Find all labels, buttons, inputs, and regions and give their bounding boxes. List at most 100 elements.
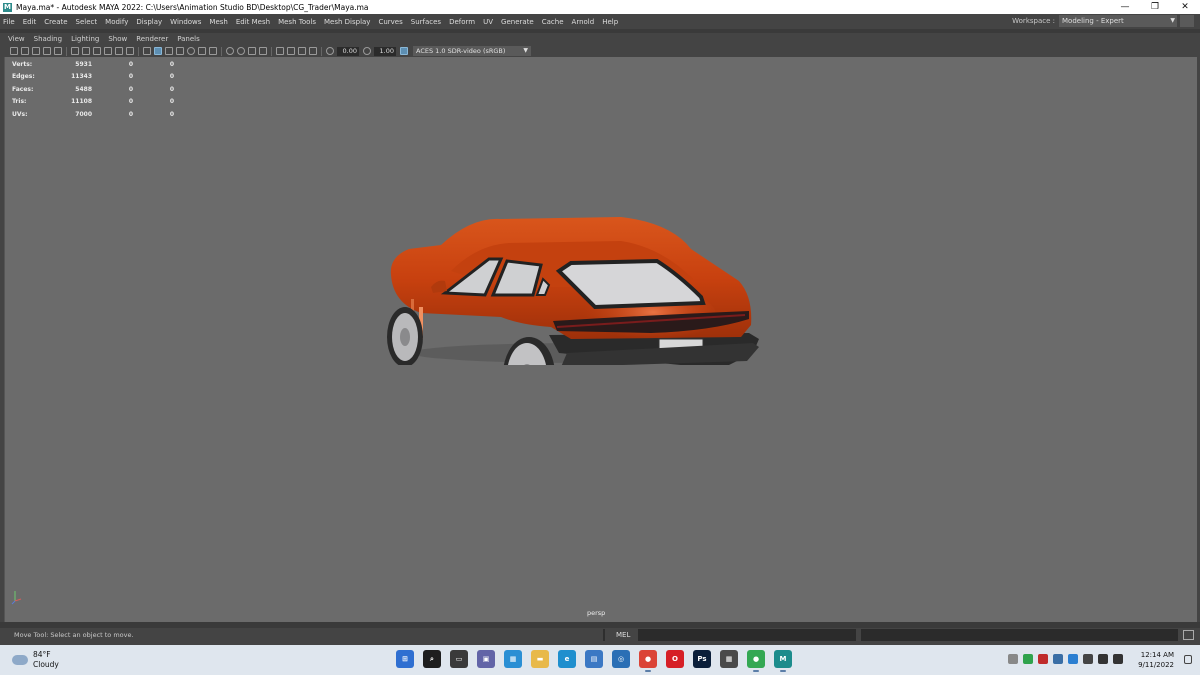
menu-mesh-display[interactable]: Mesh Display: [324, 18, 370, 26]
panel-menu-view[interactable]: View: [8, 35, 25, 43]
camera-name-label: persp: [587, 609, 606, 617]
menu-modify[interactable]: Modify: [105, 18, 128, 26]
screen-space-ao-icon[interactable]: [226, 47, 234, 55]
depth-of-field-icon[interactable]: [259, 47, 267, 55]
default-material-icon[interactable]: [165, 47, 173, 55]
menu-curves[interactable]: Curves: [378, 18, 402, 26]
dropbox-icon[interactable]: [1068, 654, 1078, 664]
grid-icon[interactable]: [54, 47, 62, 55]
minimize-button[interactable]: —: [1110, 0, 1140, 14]
shadows-icon[interactable]: [209, 47, 217, 55]
safe-action-icon[interactable]: [115, 47, 123, 55]
teams-chat-icon[interactable]: ▣: [477, 650, 495, 668]
tray-app-icon[interactable]: [1038, 654, 1048, 664]
hud-value-object: 0: [128, 98, 133, 106]
edge-icon[interactable]: e: [558, 650, 576, 668]
mel-label[interactable]: MEL: [616, 631, 630, 639]
opera-icon[interactable]: O: [666, 650, 684, 668]
menu-mesh-tools[interactable]: Mesh Tools: [278, 18, 316, 26]
menu-arnold[interactable]: Arnold: [572, 18, 595, 26]
anti-aliasing-icon[interactable]: [248, 47, 256, 55]
perspective-viewport[interactable]: Verts: 5931 0 0 Edges: 11343 0 0 Faces: …: [4, 57, 1197, 622]
chrome-profile-icon[interactable]: ●: [747, 650, 765, 672]
backface-culling-icon[interactable]: [309, 47, 317, 55]
gamma-icon[interactable]: [363, 47, 371, 55]
car-model[interactable]: [381, 185, 765, 365]
cortana-icon[interactable]: ◎: [612, 650, 630, 668]
isolate-select-icon[interactable]: [276, 47, 284, 55]
panel-menu-renderer[interactable]: Renderer: [136, 35, 168, 43]
tray-app-icon[interactable]: [1023, 654, 1033, 664]
menu-surfaces[interactable]: Surfaces: [411, 18, 441, 26]
tray-app-icon[interactable]: [1053, 654, 1063, 664]
exposure-icon[interactable]: [326, 47, 334, 55]
panel-menu-show[interactable]: Show: [108, 35, 127, 43]
motion-blur-icon[interactable]: [237, 47, 245, 55]
task-view-icon[interactable]: ▭: [450, 650, 468, 668]
poly-count-hud: Verts: 5931 0 0 Edges: 11343 0 0 Faces: …: [12, 58, 174, 121]
view-transform-dropdown[interactable]: ACES 1.0 SDR-video (sRGB) ▼: [413, 46, 531, 56]
chrome-icon[interactable]: ●: [639, 650, 657, 672]
textured-icon[interactable]: [187, 47, 195, 55]
menu-windows[interactable]: Windows: [170, 18, 201, 26]
mel-command-input[interactable]: [638, 629, 856, 641]
panel-menu-shading[interactable]: Shading: [34, 35, 62, 43]
image-plane-icon[interactable]: [43, 47, 51, 55]
hud-value-scene: 11108: [71, 98, 92, 106]
workspace-options-button[interactable]: [1180, 15, 1194, 27]
taskbar-apps: ⊞ ⌕ ▭ ▣ ▦ ▬ e ▤ ◎ ● O Ps ▦ ● M: [396, 650, 801, 672]
field-chart-icon[interactable]: [104, 47, 112, 55]
photos-icon[interactable]: ▦: [504, 650, 522, 668]
menu-deform[interactable]: Deform: [449, 18, 475, 26]
script-editor-icon[interactable]: [1183, 630, 1194, 640]
color-management-icon[interactable]: [400, 47, 408, 55]
search-icon[interactable]: ⌕: [423, 650, 441, 668]
menu-cache[interactable]: Cache: [542, 18, 564, 26]
calculator-icon[interactable]: ▦: [720, 650, 738, 668]
windows-start-icon[interactable]: ⊞: [396, 650, 414, 668]
use-all-lights-icon[interactable]: [198, 47, 206, 55]
workspace-value: Modeling - Expert: [1062, 17, 1124, 25]
file-explorer-icon[interactable]: ▬: [531, 650, 549, 668]
store-icon[interactable]: ▤: [585, 650, 603, 668]
speaker-icon[interactable]: [1113, 654, 1123, 664]
pen-icon[interactable]: [1083, 654, 1093, 664]
menu-generate[interactable]: Generate: [501, 18, 534, 26]
smooth-shade-icon[interactable]: [154, 47, 162, 55]
wireframe-icon[interactable]: [143, 47, 151, 55]
panel-menu-panels[interactable]: Panels: [177, 35, 200, 43]
film-gate-icon[interactable]: [71, 47, 79, 55]
chevron-up-icon[interactable]: [1008, 654, 1018, 664]
xray-joints-icon[interactable]: [298, 47, 306, 55]
gate-mask-icon[interactable]: [93, 47, 101, 55]
resolution-gate-icon[interactable]: [82, 47, 90, 55]
gamma-field[interactable]: 1.00: [374, 46, 396, 56]
xray-icon[interactable]: [287, 47, 295, 55]
menu-create[interactable]: Create: [44, 18, 67, 26]
safe-title-icon[interactable]: [126, 47, 134, 55]
menu-edit-mesh[interactable]: Edit Mesh: [236, 18, 270, 26]
wifi-icon[interactable]: [1098, 654, 1108, 664]
hud-value-selection: 0: [169, 98, 174, 106]
menu-file[interactable]: File: [3, 18, 15, 26]
close-button[interactable]: ✕: [1170, 0, 1200, 14]
camera-attributes-icon[interactable]: [21, 47, 29, 55]
menu-mesh[interactable]: Mesh: [209, 18, 227, 26]
bookmark-icon[interactable]: [32, 47, 40, 55]
notification-icon[interactable]: [1184, 655, 1192, 664]
panel-menu-lighting[interactable]: Lighting: [71, 35, 99, 43]
menu-display[interactable]: Display: [136, 18, 162, 26]
select-camera-icon[interactable]: [10, 47, 18, 55]
exposure-field[interactable]: 0.00: [337, 46, 359, 56]
wireframe-on-shaded-icon[interactable]: [176, 47, 184, 55]
menu-uv[interactable]: UV: [483, 18, 493, 26]
taskbar-clock[interactable]: 12:14 AM 9/11/2022: [1136, 650, 1174, 670]
weather-widget[interactable]: 84°F Cloudy: [12, 650, 59, 670]
menu-help[interactable]: Help: [602, 18, 618, 26]
maximize-button[interactable]: ❐: [1140, 0, 1170, 14]
menu-edit[interactable]: Edit: [23, 18, 37, 26]
maya-icon[interactable]: M: [774, 650, 792, 672]
menu-select[interactable]: Select: [76, 18, 98, 26]
photoshop-icon[interactable]: Ps: [693, 650, 711, 668]
workspace-dropdown[interactable]: Modeling - Expert ▼: [1059, 15, 1177, 27]
